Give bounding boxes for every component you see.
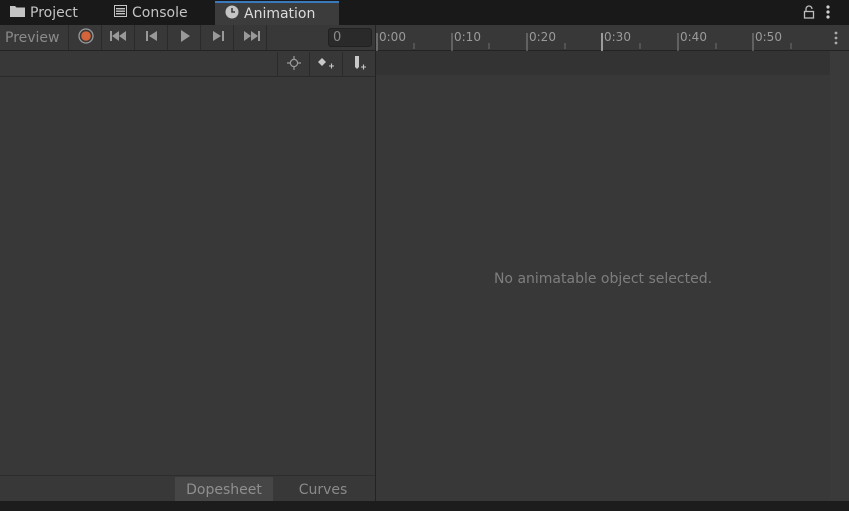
timeline-ruler[interactable]: 0:00 0:10 0:20 0:30 0:40 0:50 [375, 25, 849, 51]
preview-label: Preview [5, 29, 60, 46]
tab-console[interactable]: Console [104, 1, 214, 25]
property-list-pane: Dopesheet Curves [0, 51, 375, 502]
preview-toggle[interactable]: Preview [0, 25, 69, 50]
previous-keyframe-button[interactable] [136, 25, 168, 50]
dopesheet-pane[interactable]: No animatable object selected. [375, 51, 849, 501]
step-back-icon [145, 30, 158, 45]
skip-to-end-icon [242, 30, 260, 45]
play-button[interactable] [169, 25, 201, 50]
add-keyframe-button[interactable] [309, 52, 341, 76]
first-keyframe-button[interactable] [103, 25, 135, 50]
frame-field[interactable]: 0 [328, 28, 372, 47]
dopesheet-tab[interactable]: Dopesheet [175, 477, 273, 502]
console-icon [114, 5, 127, 21]
keyframe-toolbar [0, 51, 375, 77]
tick-label: 0:40 [680, 30, 707, 44]
filter-by-selection-button[interactable] [277, 52, 309, 76]
view-mode-bar: Dopesheet Curves [0, 475, 375, 502]
next-keyframe-button[interactable] [202, 25, 234, 50]
empty-state-message: No animatable object selected. [493, 271, 713, 287]
last-keyframe-button[interactable] [235, 25, 267, 50]
animation-toolbar: Preview 0 [0, 25, 375, 51]
tab-animation[interactable]: Animation [215, 1, 339, 25]
add-keyframe-icon [316, 56, 336, 73]
tab-console-label: Console [132, 5, 188, 21]
add-event-icon [350, 55, 368, 74]
step-forward-icon [212, 30, 224, 45]
more-options-icon[interactable] [822, 4, 834, 20]
tab-project[interactable]: Project [0, 1, 100, 25]
frame-value: 0 [333, 30, 342, 45]
tick-label: 0:30 [604, 30, 631, 44]
vertical-scrollbar[interactable] [830, 51, 849, 501]
tick-label: 0:50 [755, 30, 782, 44]
status-bar [0, 501, 849, 511]
record-icon [77, 28, 94, 47]
clock-icon [225, 5, 239, 23]
tab-animation-label: Animation [244, 6, 316, 22]
curves-label: Curves [298, 481, 348, 498]
play-icon [179, 30, 191, 45]
dopesheet-label: Dopesheet [186, 481, 262, 498]
lock-icon[interactable] [803, 5, 815, 19]
crosshair-icon [286, 55, 301, 73]
tick-label: 0:00 [379, 30, 406, 44]
timeline-options-icon[interactable] [830, 30, 842, 46]
folder-icon [10, 5, 25, 21]
window-tab-bar: Project Console Animation [0, 0, 849, 25]
tab-project-label: Project [30, 5, 78, 21]
tick-label: 0:10 [454, 30, 481, 44]
curves-tab[interactable]: Curves [273, 477, 373, 502]
add-event-button[interactable] [342, 52, 374, 76]
record-button[interactable] [70, 25, 102, 50]
tick-label: 0:20 [529, 30, 556, 44]
event-strip[interactable] [376, 51, 830, 75]
skip-to-start-icon [109, 30, 128, 45]
